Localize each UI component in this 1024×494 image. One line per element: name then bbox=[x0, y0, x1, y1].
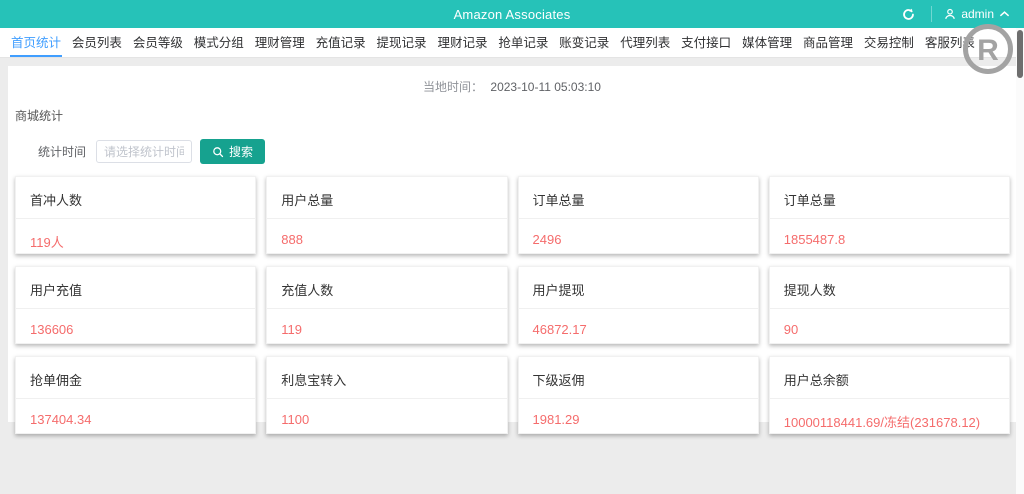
stat-card-title: 充值人数 bbox=[267, 267, 507, 309]
stat-card-title: 首冲人数 bbox=[16, 177, 256, 219]
stat-card-value: 119 bbox=[281, 322, 302, 337]
tab-payment-interface[interactable]: 支付接口 bbox=[680, 28, 732, 57]
tab-agent-list[interactable]: 代理列表 bbox=[619, 28, 671, 57]
section-title: 商城统计 bbox=[15, 109, 64, 123]
stat-card-recharge-users: 充值人数 119 bbox=[266, 266, 508, 344]
stat-card-first-recharge-users: 首冲人数 119人 bbox=[15, 176, 257, 254]
user-name: admin bbox=[961, 7, 994, 21]
stat-card-subordinate-rebate: 下级返佣 1981.29 bbox=[517, 356, 759, 434]
stat-time-label: 统计时间 bbox=[38, 145, 87, 159]
stat-card-value: 2496 bbox=[532, 232, 562, 247]
stat-card-title: 利息宝转入 bbox=[267, 357, 507, 399]
tab-member-list[interactable]: 会员列表 bbox=[71, 28, 123, 57]
stats-cards-grid: 首冲人数 119人 用户总量 888 订单总量 2496 订单总量 185548… bbox=[15, 176, 1010, 434]
stat-card-title: 下级返佣 bbox=[518, 357, 758, 399]
app-title: Amazon Associates bbox=[453, 6, 571, 22]
stat-card-title: 用户总量 bbox=[267, 177, 507, 219]
stat-card-title: 订单总量 bbox=[769, 177, 1009, 219]
stat-card-user-withdraw: 用户提现 46872.17 bbox=[517, 266, 759, 344]
refresh-button[interactable] bbox=[891, 0, 925, 28]
vertical-scrollbar[interactable] bbox=[1016, 28, 1024, 494]
stat-card-grab-commission: 抢单佣金 137404.34 bbox=[15, 356, 257, 434]
stat-card-total-order-amount: 订单总量 1855487.8 bbox=[768, 176, 1010, 254]
stat-card-value: 90 bbox=[783, 322, 799, 337]
stat-card-title: 用户提现 bbox=[518, 267, 758, 309]
stat-card-value: 46872.17 bbox=[532, 322, 587, 337]
user-icon bbox=[944, 8, 956, 20]
local-time-value: 2023-10-11 05:03:10 bbox=[490, 80, 601, 94]
local-time-row: 当地时间： 2023-10-11 05:03:10 bbox=[8, 66, 1016, 95]
stat-card-value: 136606 bbox=[30, 322, 74, 337]
local-time-label: 当地时间： bbox=[423, 80, 484, 94]
stat-card-withdraw-users: 提现人数 90 bbox=[768, 266, 1010, 344]
refresh-icon bbox=[902, 8, 915, 21]
search-icon bbox=[212, 146, 224, 158]
nav-bar: 首页统计 会员列表 会员等级 模式分组 理财管理 充值记录 提现记录 理财记录 … bbox=[0, 28, 1024, 58]
filter-row: 统计时间 搜索 bbox=[38, 139, 1016, 164]
tab-product-manage[interactable]: 商品管理 bbox=[802, 28, 854, 57]
scrollbar-thumb[interactable] bbox=[1017, 30, 1023, 78]
stat-card-title: 提现人数 bbox=[769, 267, 1009, 309]
tab-finance-manage[interactable]: 理财管理 bbox=[254, 28, 306, 57]
tab-grab-order-records[interactable]: 抢单记录 bbox=[497, 28, 549, 57]
stat-card-value: 119人 bbox=[30, 235, 64, 250]
tab-finance-records[interactable]: 理财记录 bbox=[436, 28, 488, 57]
stat-card-value: 1981.29 bbox=[532, 412, 580, 427]
stat-card-value: 888 bbox=[281, 232, 303, 247]
header-right-controls: admin bbox=[891, 0, 1016, 28]
tab-home-stats[interactable]: 首页统计 bbox=[10, 28, 63, 57]
stat-card-title: 订单总量 bbox=[518, 177, 758, 219]
tab-service-list[interactable]: 客服列表 bbox=[924, 28, 976, 57]
tab-member-level[interactable]: 会员等级 bbox=[132, 28, 184, 57]
tab-media-manage[interactable]: 媒体管理 bbox=[741, 28, 793, 57]
stat-card-value: 1100 bbox=[281, 412, 310, 427]
stat-card-value: 1855487.8 bbox=[783, 232, 846, 247]
tab-account-change-records[interactable]: 账变记录 bbox=[558, 28, 610, 57]
stat-card-user-recharge: 用户充值 136606 bbox=[15, 266, 257, 344]
app-header: Amazon Associates admin bbox=[0, 0, 1024, 28]
stat-card-value: 10000118441.69/冻结(231678.12) bbox=[783, 415, 981, 430]
main-panel: 当地时间： 2023-10-11 05:03:10 商城统计 统计时间 搜索 首… bbox=[8, 66, 1016, 434]
chevron-up-icon bbox=[999, 10, 1010, 18]
stat-time-input[interactable] bbox=[96, 140, 193, 163]
tab-withdraw-records[interactable]: 提现记录 bbox=[376, 28, 428, 57]
stat-card-total-balance: 用户总余额 10000118441.69/冻结(231678.12) bbox=[768, 356, 1010, 434]
stat-card-title: 用户充值 bbox=[16, 267, 256, 309]
tab-recharge-records[interactable]: 充值记录 bbox=[315, 28, 367, 57]
tab-trade-control[interactable]: 交易控制 bbox=[863, 28, 915, 57]
stat-card-title: 用户总余额 bbox=[769, 357, 1009, 399]
stat-card-total-orders: 订单总量 2496 bbox=[517, 176, 759, 254]
header-divider bbox=[931, 6, 933, 22]
stat-card-title: 抢单佣金 bbox=[16, 357, 256, 399]
tab-mode-group[interactable]: 模式分组 bbox=[193, 28, 245, 57]
search-button-label: 搜索 bbox=[229, 145, 254, 159]
user-menu[interactable]: admin bbox=[938, 0, 1016, 28]
stat-card-interest-transfer-in: 利息宝转入 1100 bbox=[266, 356, 508, 434]
stat-card-value: 137404.34 bbox=[30, 412, 92, 427]
search-button[interactable]: 搜索 bbox=[200, 139, 266, 164]
stat-card-total-users: 用户总量 888 bbox=[266, 176, 508, 254]
